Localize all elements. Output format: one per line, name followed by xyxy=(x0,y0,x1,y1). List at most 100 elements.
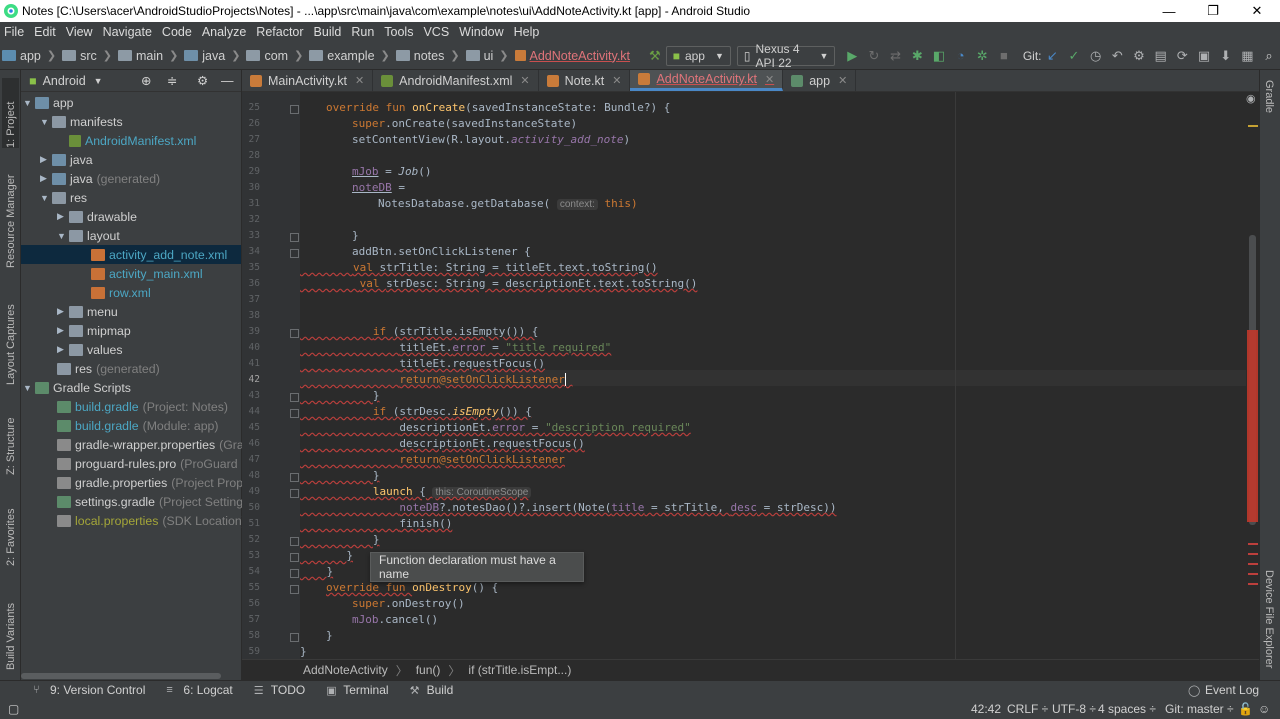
tree-node[interactable]: row.xml xyxy=(91,283,151,302)
tree-node[interactable]: settings.gradle (Project Settings) xyxy=(57,492,253,511)
error-mark[interactable] xyxy=(1248,573,1258,575)
tree-node[interactable]: gradle.properties (Project Properti xyxy=(57,473,260,492)
fold-marker[interactable] xyxy=(290,569,299,578)
breadcrumb-ui[interactable]: ui ❯ xyxy=(465,49,511,63)
sync-gradle-icon[interactable]: ⟳ xyxy=(1176,47,1190,65)
collapse-all-icon[interactable]: ≑ xyxy=(167,73,177,88)
tab-add-note-activity[interactable]: AddNoteActivity.kt ✕ xyxy=(630,70,784,91)
tree-node[interactable]: proguard-rules.pro (ProGuard Rul xyxy=(57,454,259,473)
error-mark[interactable] xyxy=(1248,543,1258,545)
tree-node[interactable]: ▼ app xyxy=(23,93,74,112)
menu-code[interactable]: Code xyxy=(162,25,192,39)
menu-build[interactable]: Build xyxy=(314,25,342,39)
device-select[interactable]: ▯ Nexus 4 API 22 ▼ xyxy=(736,42,836,70)
tab-android-manifest[interactable]: AndroidManifest.xml ✕ xyxy=(373,70,539,91)
tree-node[interactable]: activity_main.xml xyxy=(91,264,203,283)
tab-main-activity[interactable]: MainActivity.kt ✕ xyxy=(242,70,374,91)
fold-marker[interactable] xyxy=(290,489,299,498)
menu-view[interactable]: View xyxy=(66,25,93,39)
inspector-icon[interactable]: ☺ xyxy=(1258,702,1270,716)
fold-marker[interactable] xyxy=(290,393,299,402)
tree-node[interactable]: build.gradle (Project: Notes) xyxy=(57,397,228,416)
breadcrumb-notes[interactable]: notes ❯ xyxy=(395,49,462,63)
apply-changes-icon[interactable]: ↻ xyxy=(867,47,881,65)
close-window-button[interactable]: ✕ xyxy=(1234,0,1280,22)
maximize-button[interactable]: ❐ xyxy=(1190,0,1236,22)
tree-node[interactable]: AndroidManifest.xml xyxy=(69,131,196,150)
project-view-mode[interactable]: Android xyxy=(43,74,86,88)
project-structure-icon[interactable]: ▤ xyxy=(1154,47,1168,65)
breadcrumb-main[interactable]: main ❯ xyxy=(117,49,180,63)
stop-icon[interactable]: ■ xyxy=(997,47,1011,65)
tab-project[interactable]: 1: Project xyxy=(2,78,19,148)
close-tab-icon[interactable]: ✕ xyxy=(765,73,774,86)
fold-marker[interactable] xyxy=(290,249,299,258)
tree-node[interactable]: res (generated) xyxy=(57,359,160,378)
error-mark[interactable] xyxy=(1248,563,1258,565)
tree-node[interactable]: ▶ values xyxy=(57,340,123,359)
close-tab-icon[interactable]: ✕ xyxy=(355,74,364,87)
tab-favorites[interactable]: 2: Favorites xyxy=(2,496,19,566)
tab-layout-captures[interactable]: Layout Captures xyxy=(2,290,19,385)
tool-event-log[interactable]: ◯ Event Log xyxy=(1188,683,1259,697)
tab-note[interactable]: Note.kt ✕ xyxy=(539,70,631,91)
scrollbar-thumb[interactable] xyxy=(21,673,221,679)
vcs-update-icon[interactable]: ↙ xyxy=(1045,47,1059,65)
breadcrumb-function[interactable]: fun() xyxy=(416,663,441,677)
fold-marker[interactable] xyxy=(290,553,299,562)
fold-marker[interactable] xyxy=(290,537,299,546)
tree-node[interactable]: ▶ mipmap xyxy=(57,321,131,340)
menu-refactor[interactable]: Refactor xyxy=(256,25,303,39)
tree-node[interactable]: gradle-wrapper.properties (Gradle xyxy=(57,435,260,454)
menu-navigate[interactable]: Navigate xyxy=(103,25,152,39)
horizontal-scrollbar[interactable] xyxy=(21,672,241,680)
git-branch[interactable]: Git: master ÷ xyxy=(1165,702,1234,716)
lock-icon[interactable]: 🔓 xyxy=(1238,702,1253,716)
inspection-eye-icon[interactable]: ◉ xyxy=(1246,92,1256,105)
hammer-icon[interactable]: ⚒ xyxy=(648,47,662,65)
breadcrumb-statement[interactable]: if (strTitle.isEmpt...) xyxy=(468,663,571,677)
line-separator[interactable]: CRLF ÷ xyxy=(1007,702,1048,716)
minimize-button[interactable]: — xyxy=(1146,0,1192,22)
tab-resource-manager[interactable]: Resource Manager xyxy=(2,160,19,268)
caret-position[interactable]: 42:42 xyxy=(971,702,1001,716)
tree-node[interactable]: ▶ menu xyxy=(57,302,118,321)
indent-setting[interactable]: 4 spaces ÷ xyxy=(1098,702,1156,716)
editor-gutter[interactable]: 25 26 27 28 29 30 31 32 33 34 35 36 37 3… xyxy=(242,92,300,659)
error-mark[interactable] xyxy=(1248,553,1258,555)
breadcrumb-class[interactable]: AddNoteActivity xyxy=(303,663,388,677)
tab-app[interactable]: app ✕ xyxy=(783,70,857,91)
dropdown-arrow-icon[interactable]: ▼ xyxy=(94,76,103,86)
fold-marker[interactable] xyxy=(290,585,299,594)
menu-window[interactable]: Window xyxy=(459,25,503,39)
fold-marker[interactable] xyxy=(290,233,299,242)
close-tab-icon[interactable]: ✕ xyxy=(612,74,621,87)
menu-help[interactable]: Help xyxy=(514,25,540,39)
debug-icon[interactable]: ✱ xyxy=(910,47,924,65)
attach-debugger-icon[interactable]: ✲ xyxy=(975,47,989,65)
error-mark[interactable] xyxy=(1248,583,1258,585)
tab-build-variants[interactable]: Build Variants xyxy=(2,590,19,670)
menu-run[interactable]: Run xyxy=(351,25,374,39)
tool-logcat[interactable]: ≡ 6: Logcat xyxy=(166,683,232,697)
gear-icon[interactable]: ⚙ xyxy=(197,73,208,88)
close-tab-icon[interactable]: ✕ xyxy=(838,74,847,87)
tab-structure[interactable]: Z: Structure xyxy=(2,403,19,475)
settings-icon[interactable]: ⚙ xyxy=(1132,47,1146,65)
tool-terminal[interactable]: ▣ Terminal xyxy=(326,683,388,697)
warning-mark[interactable] xyxy=(1248,125,1258,127)
fold-marker[interactable] xyxy=(290,473,299,482)
tab-gradle[interactable]: Gradle xyxy=(1263,80,1278,116)
layout-inspector-icon[interactable]: ▦ xyxy=(1241,47,1255,65)
locate-icon[interactable]: ⊕ xyxy=(141,73,151,88)
fold-marker[interactable] xyxy=(290,329,299,338)
fold-marker[interactable] xyxy=(290,105,299,114)
menu-analyze[interactable]: Analyze xyxy=(202,25,246,39)
error-indicator[interactable] xyxy=(1247,330,1258,522)
tree-node[interactable]: ▼ manifests xyxy=(40,112,123,131)
menu-tools[interactable]: Tools xyxy=(384,25,413,39)
run-icon[interactable]: ▶ xyxy=(845,47,859,65)
vcs-revert-icon[interactable]: ↶ xyxy=(1111,47,1125,65)
tab-device-file-explorer[interactable]: Device File Explorer xyxy=(1263,570,1278,671)
file-encoding[interactable]: UTF-8 ÷ xyxy=(1052,702,1096,716)
